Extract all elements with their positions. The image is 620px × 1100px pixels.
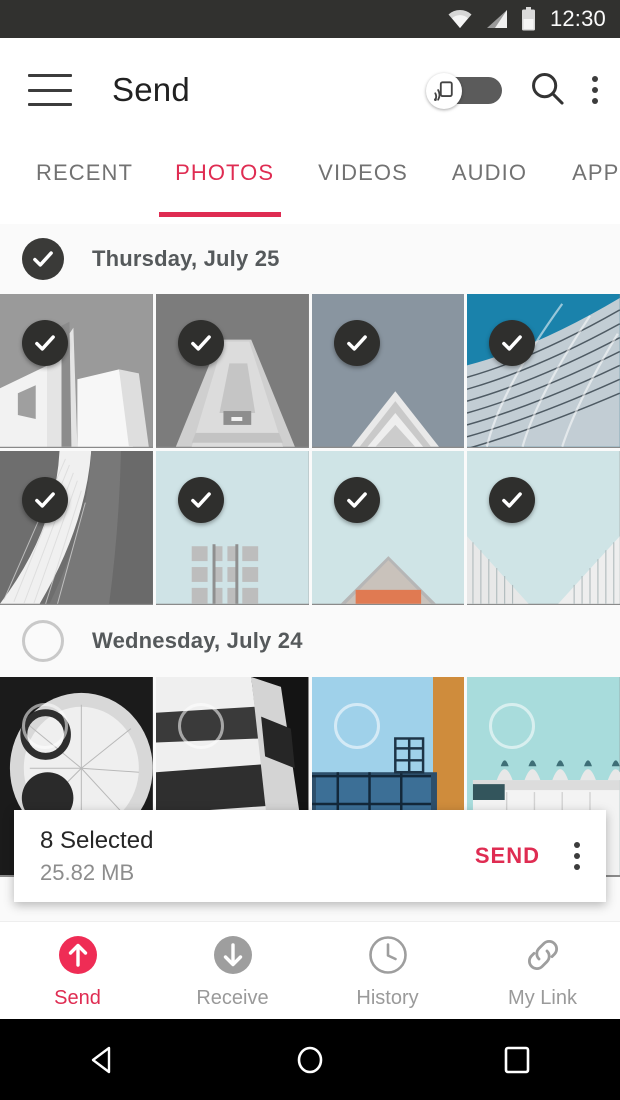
date-header-wednesday[interactable]: Wednesday, July 24: [0, 605, 620, 677]
triangle-back-icon[interactable]: [73, 1030, 133, 1090]
status-bar: 12:30: [0, 0, 620, 38]
nav-item-receive[interactable]: Receive: [155, 922, 310, 1019]
photo-cable-bridge[interactable]: [0, 451, 153, 605]
date-header-thursday[interactable]: Thursday, July 25: [0, 224, 620, 294]
arrow-up-circle-icon: [55, 932, 101, 978]
photo-tower-looking-up[interactable]: [155, 294, 309, 448]
app-bar-actions: [426, 69, 620, 112]
signal-icon: [485, 9, 509, 29]
circle-outline-icon[interactable]: [22, 620, 64, 662]
date-label: Thursday, July 25: [92, 246, 280, 271]
nav-label: My Link: [508, 986, 577, 1009]
more-vertical-icon[interactable]: [592, 76, 598, 104]
photo-select-badge[interactable]: [489, 703, 536, 749]
battery-icon: [521, 7, 536, 31]
photo-white-corrugated-v[interactable]: [467, 451, 620, 605]
selected-count: 8 Selected: [40, 826, 154, 854]
tab-active-indicator: [159, 212, 281, 217]
hamburger-menu-icon[interactable]: [28, 74, 72, 106]
page-title: Send: [112, 71, 190, 108]
clock-icon: [365, 932, 411, 978]
photo-select-badge[interactable]: [22, 703, 68, 749]
tab-apps[interactable]: APPS: [572, 160, 620, 186]
photo-blue-lattice-roof[interactable]: [467, 294, 620, 448]
photo-row: [0, 451, 620, 605]
arrow-down-circle-icon: [210, 932, 256, 978]
nav-item-send[interactable]: Send: [0, 922, 155, 1019]
tab-bar: RECENT PHOTOS VIDEOS AUDIO APPS: [0, 142, 620, 224]
photo-select-badge[interactable]: [22, 477, 68, 523]
nav-label: Send: [54, 986, 101, 1009]
selected-size: 25.82 MB: [40, 859, 135, 885]
photo-select-badge[interactable]: [22, 320, 68, 366]
photo-select-badge[interactable]: [177, 320, 224, 366]
photo-pyramid-facade[interactable]: [311, 294, 465, 448]
android-navigation-bar: [0, 1019, 620, 1100]
toggle-thumb: [426, 73, 462, 109]
nav-label: History: [356, 986, 419, 1009]
square-recents-icon[interactable]: [487, 1030, 547, 1090]
tab-photos[interactable]: PHOTOS: [175, 160, 274, 186]
photo-select-badge[interactable]: [333, 703, 380, 749]
tab-recent[interactable]: RECENT: [36, 160, 133, 186]
circle-home-icon[interactable]: [280, 1030, 340, 1090]
photo-concrete-monument[interactable]: [0, 294, 153, 448]
app-bar: Send: [0, 38, 620, 142]
status-time: 12:30: [549, 6, 606, 31]
send-button[interactable]: SEND: [475, 843, 540, 869]
photo-grid-windows[interactable]: [155, 451, 309, 605]
selection-info: 8 Selected 25.82 MB: [40, 827, 153, 886]
photo-select-badge[interactable]: [333, 477, 380, 523]
wifi-icon: [447, 9, 473, 29]
cast-screen-icon: [434, 81, 453, 101]
photo-select-badge[interactable]: [177, 703, 224, 749]
link-icon: [520, 932, 566, 978]
tab-audio[interactable]: AUDIO: [452, 160, 527, 186]
nav-label: Receive: [196, 986, 269, 1009]
more-vertical-icon[interactable]: [574, 842, 580, 870]
check-filled-icon[interactable]: [22, 238, 64, 280]
selection-card: 8 Selected 25.82 MB SEND: [14, 810, 606, 902]
tab-videos[interactable]: VIDEOS: [318, 160, 408, 186]
bottom-navigation: Send Receive History My Link: [0, 921, 620, 1019]
date-label: Wednesday, July 24: [92, 628, 303, 653]
cast-toggle[interactable]: [426, 73, 502, 109]
photo-row: [0, 294, 620, 448]
photo-orange-gable-roof[interactable]: [311, 451, 465, 605]
photo-select-badge[interactable]: [489, 477, 536, 523]
photo-select-badge[interactable]: [333, 320, 380, 366]
search-icon[interactable]: [528, 69, 566, 112]
nav-item-history[interactable]: History: [310, 922, 465, 1019]
app-root: 12:30 Send RECENT PHOTOS VIDEOS AUDIO AP…: [0, 0, 620, 1100]
photo-select-badge[interactable]: [489, 320, 536, 366]
photo-select-badge[interactable]: [177, 477, 224, 523]
nav-item-my-link[interactable]: My Link: [465, 922, 620, 1019]
